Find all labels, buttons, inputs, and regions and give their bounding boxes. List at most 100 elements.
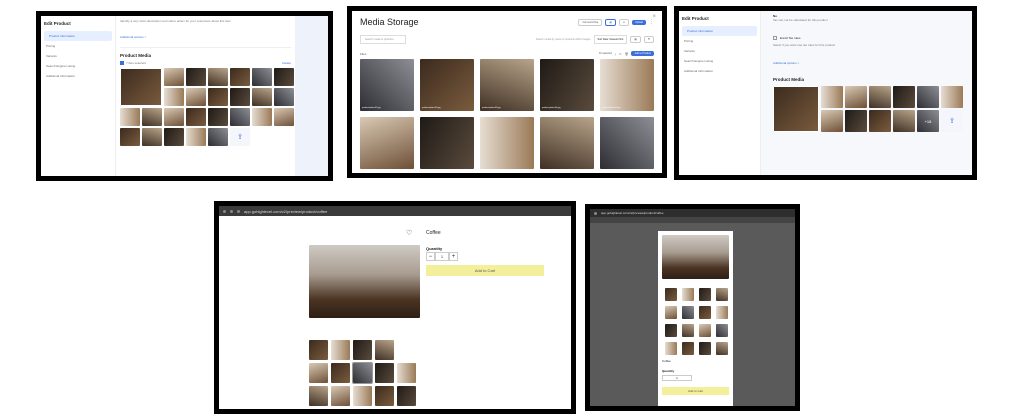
media-tile[interactable]: [600, 117, 654, 169]
media-tile[interactable]: [869, 86, 891, 108]
media-tile[interactable]: [252, 108, 272, 126]
search-input[interactable]: Search media or products: [360, 35, 406, 44]
media-tile[interactable]: [208, 128, 228, 146]
thumbnail[interactable]: [665, 342, 677, 355]
media-tile[interactable]: [540, 117, 594, 169]
thumbnail-selected[interactable]: [352, 362, 373, 384]
quantity-decrease-button[interactable]: −: [426, 252, 435, 261]
thumbnail[interactable]: [665, 324, 677, 337]
media-tile[interactable]: [208, 88, 228, 106]
media-tile[interactable]: [208, 108, 228, 126]
wishlist-heart-icon[interactable]: ♡: [406, 229, 412, 237]
thumbnail[interactable]: [716, 306, 728, 319]
back-icon[interactable]: [594, 211, 597, 215]
thumbnail[interactable]: [699, 288, 711, 301]
media-tile[interactable]: [142, 108, 162, 126]
select-all-checkbox[interactable]: [120, 61, 124, 65]
sidebar-item-additional-information[interactable]: Additional Information: [41, 71, 115, 81]
thumbnail[interactable]: [375, 340, 394, 360]
media-tile[interactable]: [821, 86, 843, 108]
product-main-image[interactable]: [662, 235, 729, 279]
add-to-cart-button[interactable]: Add to Cart: [662, 387, 729, 395]
sidebar-item-variants[interactable]: Variants: [41, 51, 115, 61]
media-tile[interactable]: [821, 110, 843, 132]
media-tile[interactable]: [360, 117, 414, 169]
media-tile[interactable]: [142, 128, 162, 146]
media-tile[interactable]: [164, 88, 184, 106]
refresh-icon[interactable]: ↻: [619, 52, 622, 56]
additional-options-link[interactable]: Additional options >: [120, 35, 291, 39]
thumbnail[interactable]: [716, 288, 728, 301]
media-tile[interactable]: [869, 110, 891, 132]
back-icon[interactable]: [223, 209, 226, 213]
address-bar[interactable]: app.gohighlevel.com/v2/preview/product/c…: [601, 211, 663, 215]
thumbnail[interactable]: [353, 340, 372, 360]
media-tile[interactable]: product-photo-03.jpg: [480, 59, 534, 111]
thumbnail[interactable]: [353, 386, 372, 406]
upload-icon[interactable]: ⇪: [230, 128, 250, 146]
grid-toggle-icon[interactable]: ▦: [630, 36, 641, 43]
thumbnail[interactable]: [397, 340, 416, 360]
sidebar-item-seo[interactable]: Search Engine Listing: [41, 61, 115, 71]
product-main-image[interactable]: [309, 245, 420, 318]
thumbnail[interactable]: [665, 288, 677, 301]
thumbnail[interactable]: [397, 363, 416, 383]
upload-button[interactable]: Upload: [632, 19, 646, 25]
sidebar-item-variants[interactable]: Variants: [679, 46, 760, 56]
sidebar-item-pricing[interactable]: Pricing: [679, 36, 760, 46]
thumbnail[interactable]: [699, 324, 711, 337]
quantity-input[interactable]: 1: [435, 252, 449, 261]
thumbnail[interactable]: [682, 288, 694, 301]
media-tile[interactable]: [274, 68, 294, 86]
add-to-product-button[interactable]: Add to Product: [631, 51, 654, 56]
thumbnail[interactable]: [682, 342, 694, 355]
media-tile[interactable]: product-photo-02.jpg: [420, 59, 474, 111]
media-tile[interactable]: [893, 110, 915, 132]
thumbnail[interactable]: [309, 386, 328, 406]
media-tile[interactable]: [120, 128, 140, 146]
thumbnail[interactable]: [375, 386, 394, 406]
thumbnail[interactable]: [716, 324, 728, 337]
thumbnail[interactable]: [375, 363, 394, 383]
media-tile[interactable]: [186, 108, 206, 126]
media-tile[interactable]: product-photo-04.jpg: [540, 59, 594, 111]
media-tile[interactable]: [164, 108, 184, 126]
trash-icon[interactable]: 🗑: [625, 52, 629, 56]
media-tile[interactable]: [208, 68, 228, 86]
connect-drive-button[interactable]: Connect Drive: [578, 18, 603, 26]
tax-rules-checkbox[interactable]: [773, 36, 777, 40]
media-tile[interactable]: [252, 88, 272, 106]
grid-view-icon[interactable]: ▦: [605, 18, 616, 26]
media-tile[interactable]: [480, 117, 534, 169]
sort-select[interactable]: Sort Date: Newest First: [593, 35, 628, 44]
media-tile[interactable]: [120, 108, 140, 126]
sidebar-item-seo[interactable]: Search Engine Listing: [679, 56, 760, 66]
quantity-input[interactable]: 1: [662, 375, 692, 381]
media-tile[interactable]: [845, 110, 867, 132]
thumbnail[interactable]: [309, 340, 328, 360]
media-tile[interactable]: [186, 128, 206, 146]
sidebar-item-product-information[interactable]: Product information: [44, 31, 112, 41]
thumbnail[interactable]: [331, 363, 350, 383]
reload-icon[interactable]: [237, 209, 240, 213]
media-tile[interactable]: [893, 86, 915, 108]
media-tile[interactable]: [230, 88, 250, 106]
media-tile[interactable]: [941, 86, 963, 108]
thumbnail[interactable]: [397, 386, 416, 406]
close-icon[interactable]: ×: [652, 14, 656, 20]
media-tile[interactable]: [773, 86, 819, 132]
sidebar-item-additional-information[interactable]: Additional Information: [679, 66, 760, 76]
thumbnail[interactable]: [699, 306, 711, 319]
upload-icon[interactable]: ⇪: [941, 110, 963, 132]
thumbnail[interactable]: [665, 306, 677, 319]
list-toggle-icon[interactable]: ☰: [643, 36, 654, 43]
sidebar-item-pricing[interactable]: Pricing: [41, 41, 115, 51]
thumbnail[interactable]: [309, 363, 328, 383]
address-bar[interactable]: app.gohighlevel.com/v2/preview/product/c…: [244, 209, 327, 214]
thumbnail[interactable]: [331, 386, 350, 406]
media-tile[interactable]: [845, 86, 867, 108]
thumbnail[interactable]: [716, 342, 728, 355]
media-tile[interactable]: [164, 128, 184, 146]
thumbnail[interactable]: [682, 306, 694, 319]
folder-icon[interactable]: ▭: [618, 18, 630, 26]
